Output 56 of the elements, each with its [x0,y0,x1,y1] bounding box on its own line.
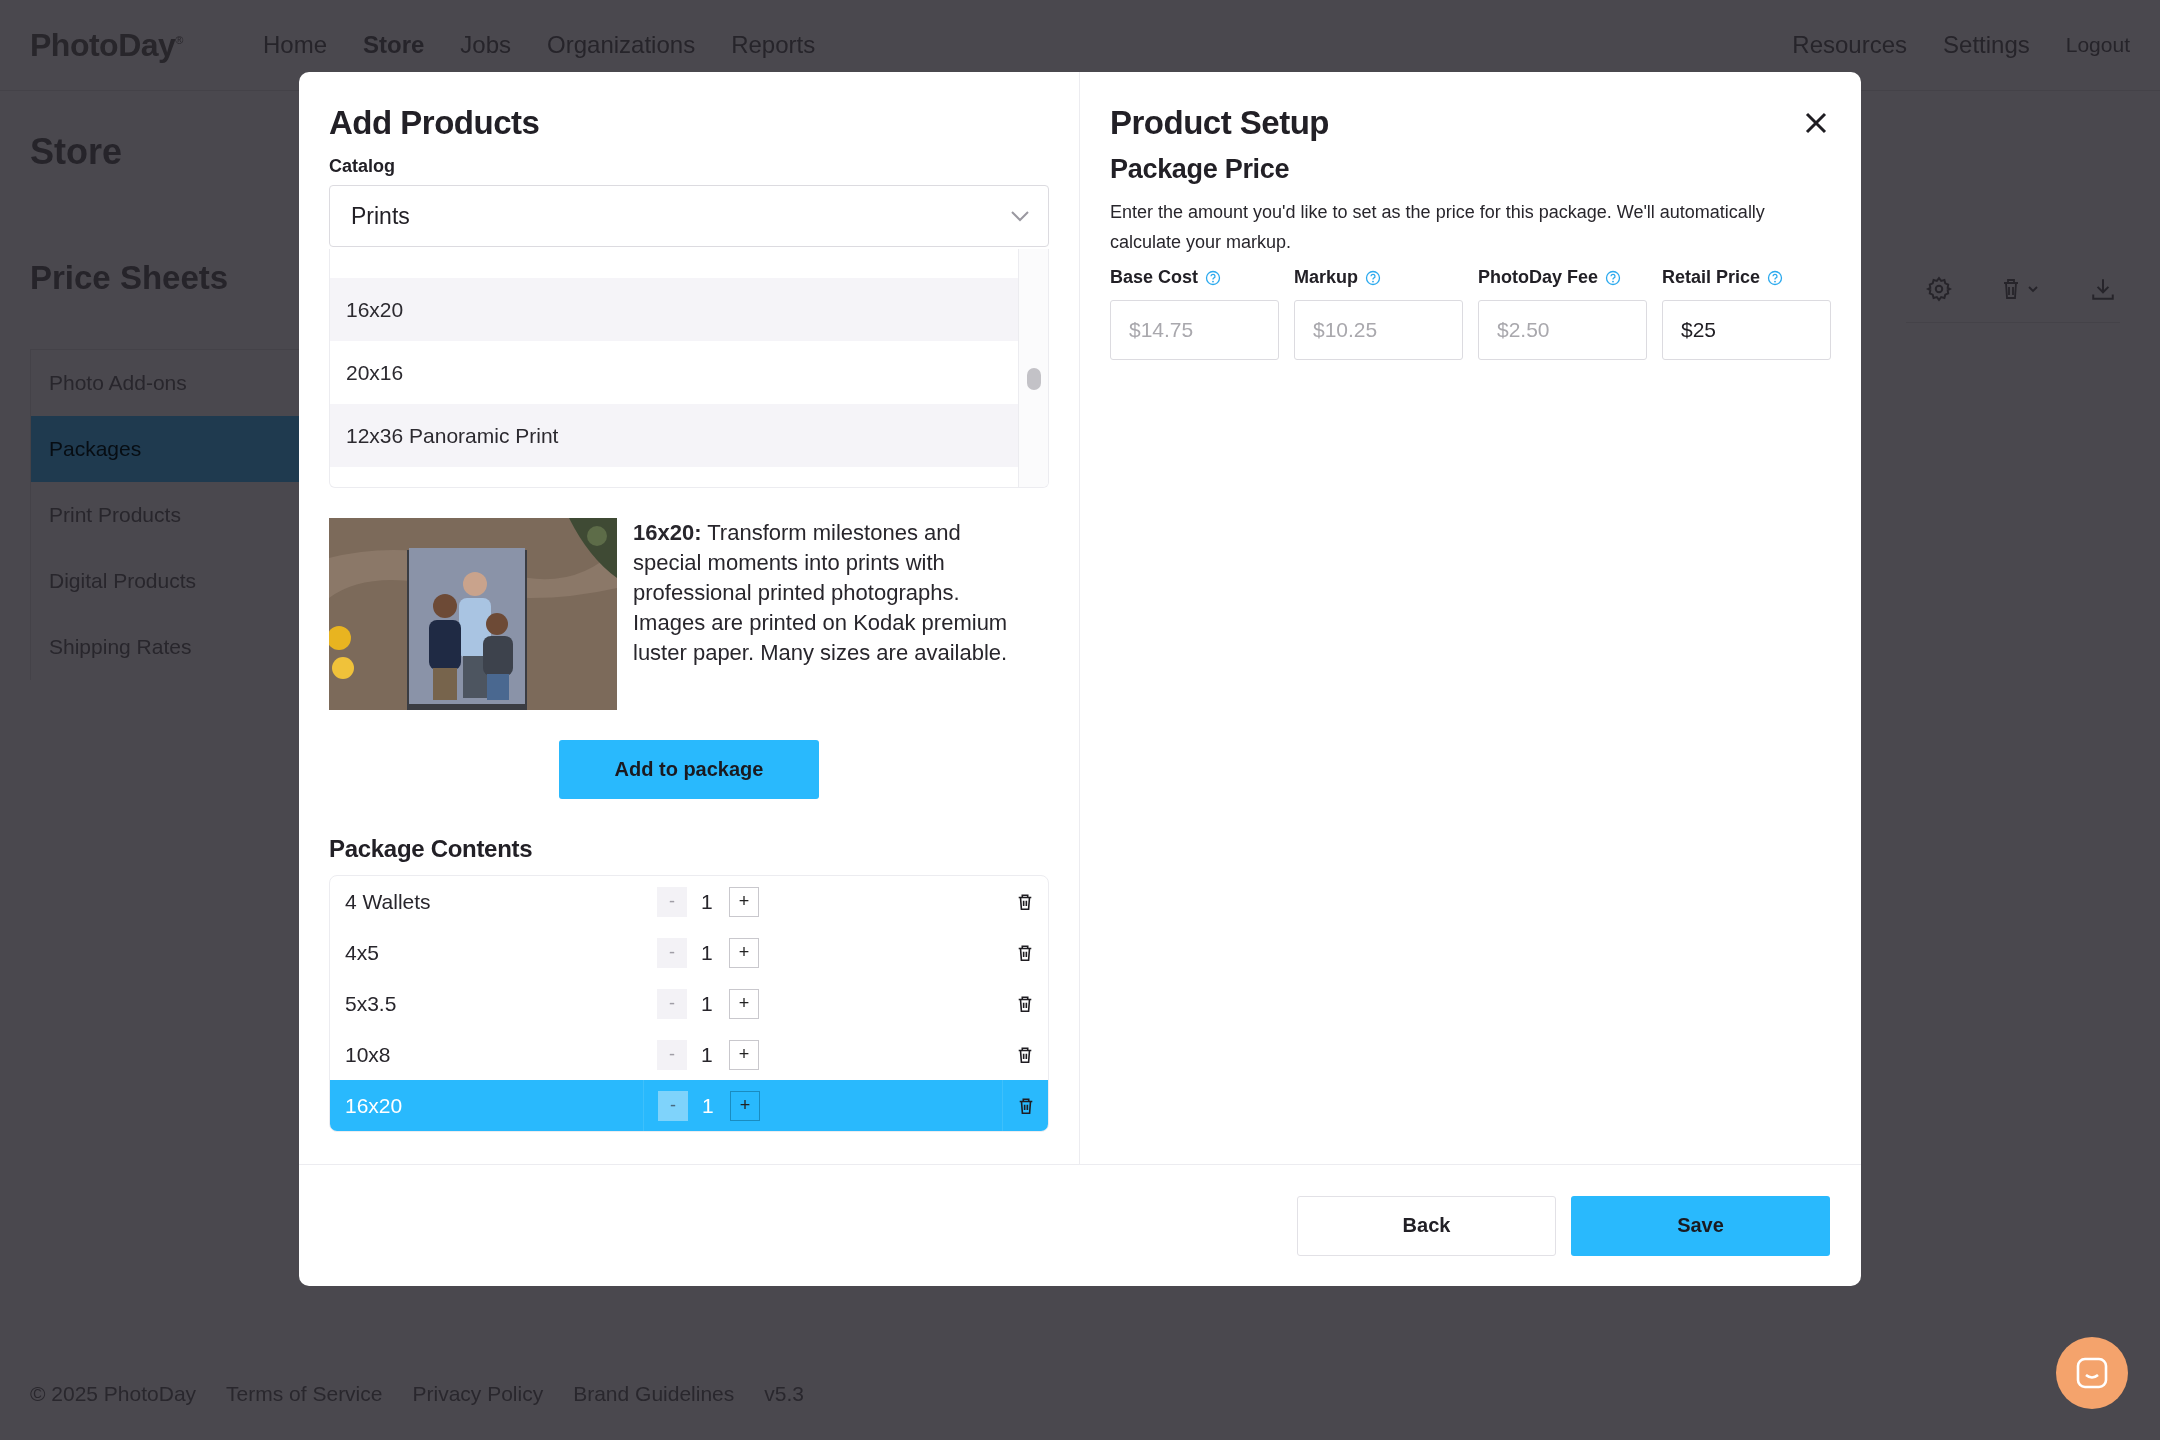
decrement-button[interactable]: - [657,988,687,1019]
item-name: 16x20 [330,1080,644,1131]
chevron-down-icon [1010,210,1030,222]
increment-button[interactable]: + [730,1090,760,1121]
catalog-select[interactable]: Prints [329,185,1049,247]
quantity-value: 1 [701,991,714,1016]
increment-button[interactable]: + [729,937,759,968]
field-label: Catalog [329,156,396,177]
quantity-value: 1 [701,889,714,914]
dropdown-option[interactable]: 12x36 Panoramic Print [330,404,1018,467]
field-label: Base Cost [1110,267,1199,288]
price-field[interactable]: $25 [1662,300,1831,360]
table-row[interactable]: 4x5 - 1 + [330,927,1048,978]
close-icon[interactable] [1805,112,1827,134]
field-label: Markup [1294,267,1358,288]
item-name: 4x5 [344,940,380,965]
section-heading: Package Price [1110,154,1291,185]
increment-button[interactable]: + [729,988,759,1019]
decrement-button[interactable]: - [658,1090,688,1121]
help-icon[interactable] [1767,269,1784,286]
table-row[interactable]: 10x8 - 1 + [330,1029,1048,1080]
dialog-title: Product Setup [1110,104,1329,142]
back-button[interactable]: Back [1297,1195,1556,1256]
section-heading: Package Contents [329,835,534,863]
quantity-value: 1 [701,940,714,965]
price-field: $10.25 [1294,300,1463,360]
help-icon[interactable] [1205,269,1222,286]
decrement-button[interactable]: - [657,1039,687,1070]
decrement-button[interactable]: - [657,886,687,917]
help-icon[interactable] [1605,269,1622,286]
download-icon[interactable] [2090,276,2116,302]
save-button[interactable]: Save [1571,1195,1830,1256]
help-icon[interactable] [1365,269,1381,286]
field-label: Retail Price [1662,267,1761,288]
dropdown-option[interactable]: 16x20 [330,278,1018,341]
price-field: $2.50 [1478,300,1647,360]
item-name: 10x8 [344,1042,392,1067]
table-row[interactable]: 16x20 - 1 + [330,1080,1048,1131]
price-field: $14.75 [1110,300,1279,360]
add-to-package-button[interactable]: Add to package [559,740,819,799]
table-row[interactable]: 4 Wallets - 1 + [330,876,1048,927]
settings-icon[interactable] [1926,276,1952,302]
product-description: 16x20: Transform milestones and special moments into prints with professional printed photographs. Images are printed on Kodak premium luster paper. Many sizes are available. [633,519,1009,667]
increment-button[interactable]: + [729,886,759,917]
item-name: 4 Wallets [344,889,432,914]
quantity-value: 1 [701,1042,714,1067]
table-row[interactable]: 5x3.5 - 1 + [330,978,1048,1029]
decrement-button[interactable]: - [657,937,687,968]
description-text: Enter the amount you'd like to set as the price for this package. We'll automatically calculate your markup. [1110,201,1766,254]
chat-icon [2075,1356,2109,1390]
field-label: PhotoDay Fee [1478,267,1599,288]
item-name: 5x3.5 [344,991,398,1016]
dialog-title: Add Products [329,104,541,142]
scrollbar[interactable] [1018,249,1048,487]
quantity-value: 1 [702,1093,715,1118]
increment-button[interactable]: + [729,1039,759,1070]
